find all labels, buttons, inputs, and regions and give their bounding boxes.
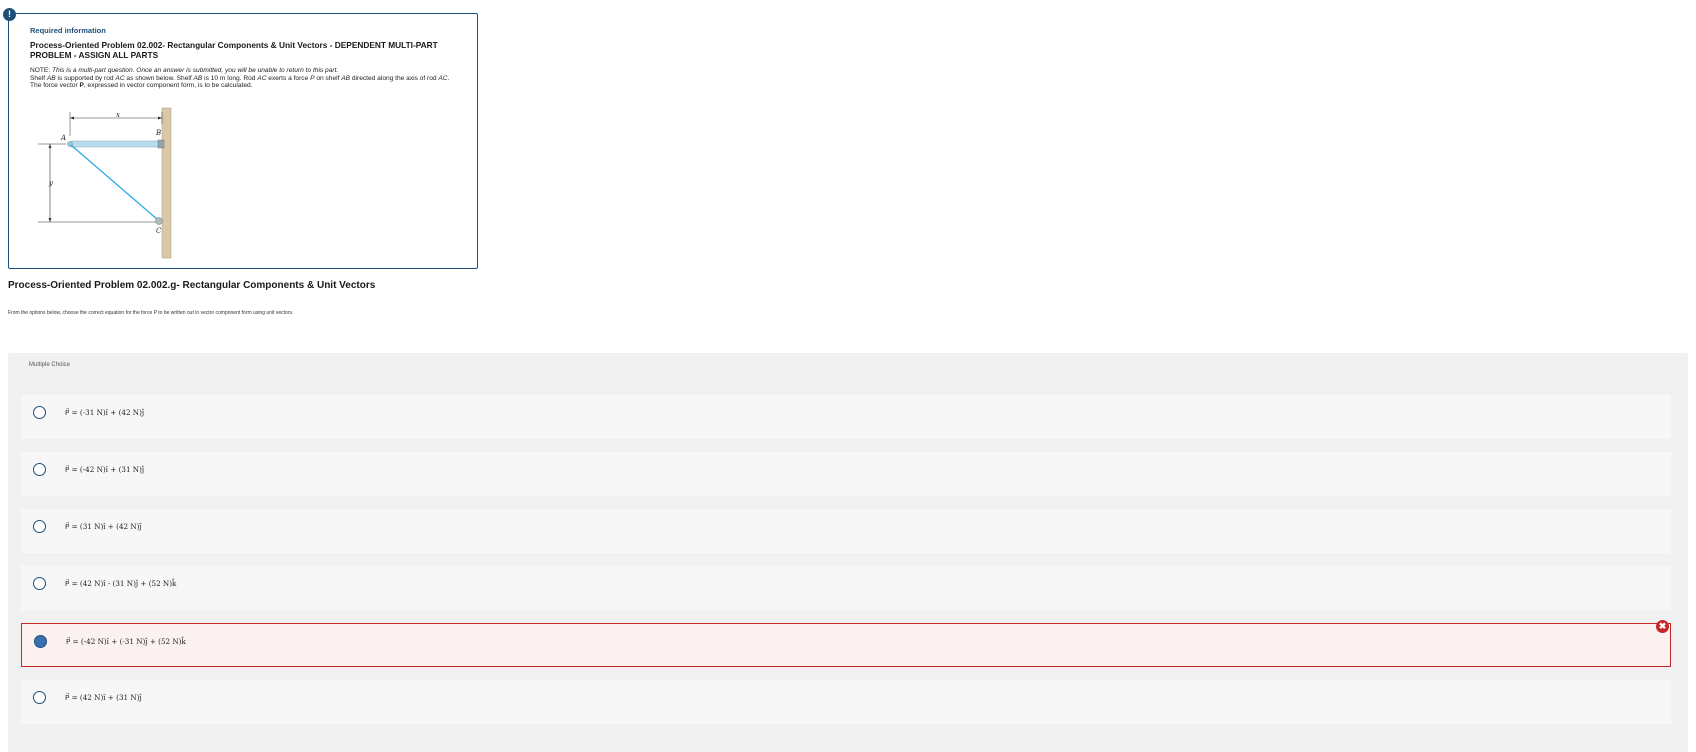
option-text: P⃗ = (42 N)î - (31 N)ĵ + (52 N)k̂ bbox=[65, 579, 177, 588]
option-text: P⃗ = (-31 N)î + (42 N)ĵ bbox=[65, 408, 145, 417]
option-2[interactable]: P⃗ = (-42 N)î + (31 N)ĵ bbox=[21, 452, 1671, 496]
alert-icon: ! bbox=[3, 8, 16, 21]
radio-button-selected[interactable] bbox=[34, 635, 47, 648]
problem-description: Shelf AB is supported by rod AC as shown… bbox=[30, 74, 450, 90]
radio-button[interactable] bbox=[33, 520, 46, 533]
question-instruction: From the options below, choose the corre… bbox=[8, 310, 294, 316]
option-text: P⃗ = (42 N)î + (31 N)ĵ bbox=[65, 693, 142, 702]
shelf-rod-diagram: x y A B C bbox=[38, 107, 172, 259]
option-4[interactable]: P⃗ = (42 N)î - (31 N)ĵ + (52 N)k̂ bbox=[21, 566, 1671, 610]
option-text: P⃗ = (31 N)î + (42 N)ĵ bbox=[65, 522, 142, 531]
required-information-panel: ! Required information Process-Oriented … bbox=[3, 8, 478, 269]
radio-button[interactable] bbox=[33, 691, 46, 704]
point-b-label: B bbox=[155, 129, 161, 137]
problem-heading: Process-Oriented Problem 02.002- Rectang… bbox=[30, 40, 438, 60]
y-label: y bbox=[48, 179, 54, 187]
point-a-label: A bbox=[60, 134, 66, 142]
option-6[interactable]: P⃗ = (42 N)î + (31 N)ĵ bbox=[21, 680, 1671, 724]
shelf-ab bbox=[69, 140, 163, 148]
option-1[interactable]: P⃗ = (-31 N)î + (42 N)ĵ bbox=[21, 395, 1671, 439]
point-c-label: C bbox=[156, 227, 162, 235]
required-info-title: Required information bbox=[30, 26, 106, 35]
incorrect-icon: ✖ bbox=[1656, 620, 1669, 633]
option-5-selected-incorrect[interactable]: P⃗ = (-42 N)î + (-31 N)ĵ + (52 N)k̂ bbox=[21, 623, 1671, 667]
question-title: Process-Oriented Problem 02.002.g- Recta… bbox=[8, 280, 376, 291]
option-text: P⃗ = (-42 N)î + (-31 N)ĵ + (52 N)k̂ bbox=[66, 637, 186, 646]
option-text: P⃗ = (-42 N)î + (31 N)ĵ bbox=[65, 465, 145, 474]
radio-button[interactable] bbox=[33, 577, 46, 590]
radio-button[interactable] bbox=[33, 406, 46, 419]
option-3[interactable]: P⃗ = (31 N)î + (42 N)ĵ bbox=[21, 509, 1671, 553]
x-label: x bbox=[116, 111, 120, 119]
note-text: NOTE: This is a multi-part question. Onc… bbox=[30, 67, 339, 74]
radio-button[interactable] bbox=[33, 463, 46, 476]
rod-ac bbox=[70, 144, 159, 221]
wall bbox=[161, 107, 172, 259]
multiple-choice-panel: Multiple Choice P⃗ = (-31 N)î + (42 N)ĵ … bbox=[8, 353, 1688, 752]
multiple-choice-label: Multiple Choice bbox=[29, 362, 71, 368]
